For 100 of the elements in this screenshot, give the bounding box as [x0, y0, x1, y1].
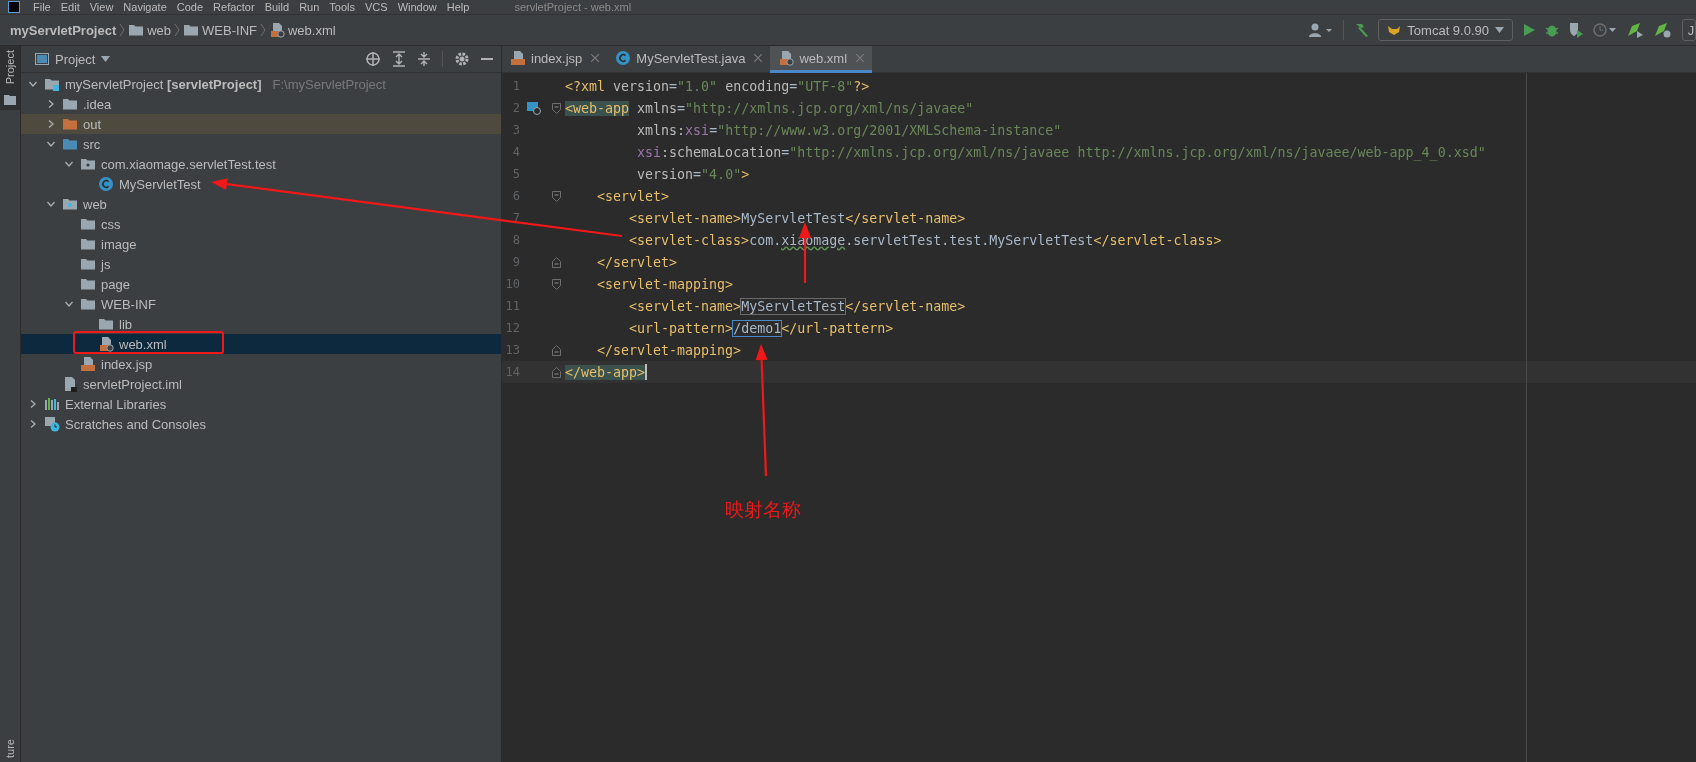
tree-item-label: MyServletTest: [119, 176, 201, 192]
code-line: <servlet-mapping>: [596, 276, 734, 292]
user-icon[interactable]: [1308, 22, 1335, 38]
tree-row[interactable]: page: [21, 274, 501, 294]
breadcrumb-item[interactable]: web: [147, 22, 172, 38]
fold-marker-icon[interactable]: [552, 278, 561, 290]
profiler-icon[interactable]: [1593, 22, 1617, 38]
menu-item[interactable]: Run: [294, 1, 325, 14]
editor-tab[interactable]: index.jsp: [502, 46, 608, 73]
project-path: F:\myServletProject: [272, 76, 386, 92]
schema-gutter-icon[interactable]: [527, 101, 541, 115]
tree-row[interactable]: Scratches and Consoles: [21, 414, 501, 434]
line-number: 3: [511, 123, 520, 137]
menu-item[interactable]: Navigate: [118, 1, 172, 14]
xml-file-icon: [98, 336, 114, 352]
close-icon[interactable]: [754, 54, 763, 62]
menu-item[interactable]: Build: [259, 1, 295, 14]
tree-row[interactable]: External Libraries: [21, 394, 501, 414]
tree-row[interactable]: index.jsp: [21, 354, 501, 374]
project-view-dropdown[interactable]: Project: [35, 51, 111, 67]
jsp-file-icon: [80, 356, 96, 372]
code-line: </servlet-mapping>: [596, 342, 742, 358]
tree-row[interactable]: MyServletTest: [21, 174, 501, 194]
line-number: 12: [504, 321, 520, 335]
code-line: <web-app xmlns="http://xmlns.jcp.org/xml/ns/javaee": [565, 100, 974, 116]
line-number: 2: [511, 101, 520, 115]
menu-item[interactable]: Window: [392, 1, 442, 14]
tree-row[interactable]: js: [21, 254, 501, 274]
menu-item[interactable]: Help: [441, 1, 475, 14]
tree-row[interactable]: lib: [21, 314, 501, 334]
editor-tab[interactable]: web.xml: [770, 46, 873, 73]
fold-marker-icon[interactable]: [552, 344, 561, 356]
expand-all-icon[interactable]: [392, 51, 406, 67]
project-tool-button[interactable]: Project: [0, 46, 20, 111]
scratches-icon: [44, 416, 60, 432]
folder-icon: [183, 22, 200, 38]
tool-window-label[interactable]: ture: [4, 735, 16, 762]
editor-tab[interactable]: MyServletTest.java: [607, 46, 771, 73]
libraries-icon: [44, 396, 60, 412]
tree-item-label: index.jsp: [101, 356, 153, 372]
menu-item[interactable]: Refactor: [208, 1, 260, 14]
menu-item[interactable]: Code: [171, 1, 209, 14]
toolbar-button[interactable]: J: [1682, 19, 1696, 41]
tree-row[interactable]: WEB-INF: [21, 294, 501, 314]
collapse-all-icon[interactable]: [417, 51, 431, 67]
settings-icon[interactable]: [454, 51, 470, 67]
fold-marker-icon[interactable]: [552, 256, 561, 268]
fold-marker-icon[interactable]: [552, 190, 561, 202]
tree-item-label: image: [101, 236, 137, 252]
code-line: xsi:schemaLocation="http://xmlns.jcp.org/xml/ns/javaee http://xmlns.jcp.org/xml/ns/javaee/web-app_4_0.xsd": [636, 144, 1486, 160]
tree-item-label: web.xml: [119, 336, 167, 352]
close-icon[interactable]: [591, 54, 600, 62]
deploy-icon[interactable]: [1626, 22, 1644, 38]
code-line: <?xml version="1.0" encoding="UTF-8"?>: [565, 78, 870, 94]
menu-item[interactable]: View: [84, 1, 119, 14]
locate-icon[interactable]: [365, 51, 381, 67]
chevron-separator-icon: [260, 23, 266, 37]
code-line: <servlet-name>MyServletTest</servlet-name>: [628, 298, 966, 314]
folder-icon: [62, 116, 78, 132]
fold-marker-icon[interactable]: [552, 366, 561, 378]
class-icon: [98, 176, 114, 192]
tree-row[interactable]: out: [21, 114, 501, 134]
folder-icon: [80, 236, 96, 252]
folder-icon: [128, 22, 145, 38]
chevron-separator-icon: [174, 23, 181, 37]
tree-row[interactable]: css: [21, 214, 501, 234]
tree-item-label: Scratches and Consoles: [65, 416, 206, 432]
coverage-icon[interactable]: [1568, 22, 1584, 38]
line-number: 4: [511, 145, 520, 159]
line-number: 9: [511, 255, 520, 269]
breadcrumb-item[interactable]: WEB-INF: [202, 22, 257, 38]
tree-row[interactable]: com.xiaomage.servletTest.test: [21, 154, 501, 174]
menu-item[interactable]: File: [28, 1, 56, 14]
tree-row[interactable]: src: [21, 134, 501, 154]
run-configuration-dropdown[interactable]: Tomcat 9.0.90: [1378, 19, 1513, 41]
tree-item-label: External Libraries: [65, 396, 167, 412]
menu-item[interactable]: Edit: [55, 1, 85, 14]
tree-item-label: src: [83, 136, 101, 152]
breadcrumb-item[interactable]: myServletProject: [10, 22, 117, 38]
debug-icon[interactable]: [1545, 23, 1559, 37]
tomcat-icon: [1387, 24, 1402, 36]
tree-row[interactable]: web: [21, 194, 501, 214]
tree-row[interactable]: web.xml: [21, 334, 501, 354]
xml-file-icon: [778, 50, 795, 66]
tree-row[interactable]: .idea: [21, 94, 501, 114]
tree-row[interactable]: image: [21, 234, 501, 254]
menu-item[interactable]: VCS: [360, 1, 393, 14]
module-icon: [44, 76, 60, 92]
deploy-debug-icon[interactable]: [1653, 22, 1671, 38]
run-icon[interactable]: [1522, 23, 1536, 37]
menu-item[interactable]: Tools: [324, 1, 360, 14]
tree-row[interactable]: servletProject.iml: [21, 374, 501, 394]
package-icon: [80, 156, 96, 172]
caret-icon: [101, 56, 111, 62]
fold-marker-icon[interactable]: [552, 102, 561, 114]
chevron-separator-icon: [119, 23, 126, 37]
tree-row[interactable]: myServletProject [servletProject] F:\myServletProject: [21, 74, 501, 94]
code-line: </servlet>: [596, 254, 678, 270]
breadcrumb-item[interactable]: web.xml: [288, 22, 336, 38]
jsp-file-icon: [510, 50, 526, 66]
